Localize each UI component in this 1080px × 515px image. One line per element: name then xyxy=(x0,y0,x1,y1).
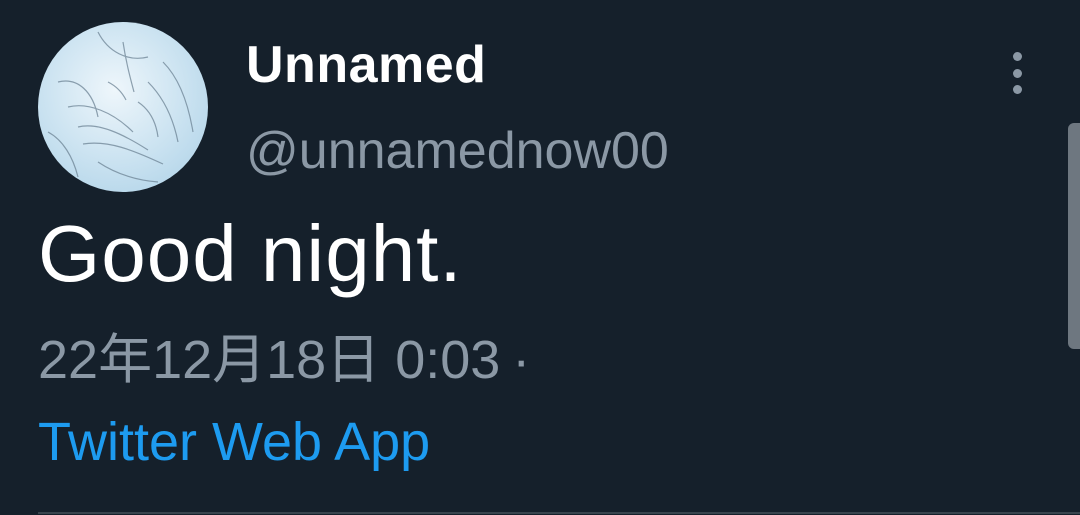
tweet-detail: Unnamed @unnamednow00 Good night. 22年12月… xyxy=(0,0,1080,515)
author-display-name[interactable]: Unnamed xyxy=(246,34,486,96)
tweet-meta: 22年12月18日 0:03 · xyxy=(38,328,530,392)
more-options-button[interactable] xyxy=(996,46,1038,100)
author-handle[interactable]: @unnamednow00 xyxy=(246,120,669,182)
tweet-text: Good night. xyxy=(38,209,463,298)
meta-separator: · xyxy=(512,330,531,390)
tweet-source-link[interactable]: Twitter Web App xyxy=(38,410,430,474)
divider xyxy=(38,512,1080,514)
avatar-illustration-icon xyxy=(47,31,194,183)
avatar[interactable] xyxy=(38,22,208,192)
scrollbar[interactable] xyxy=(1068,123,1080,349)
tweet-timestamp[interactable]: 22年12月18日 0:03 xyxy=(38,330,500,390)
vertical-ellipsis-icon xyxy=(1012,52,1022,61)
vertical-ellipsis-dot xyxy=(1012,85,1022,94)
vertical-ellipsis-dot xyxy=(1012,68,1022,78)
